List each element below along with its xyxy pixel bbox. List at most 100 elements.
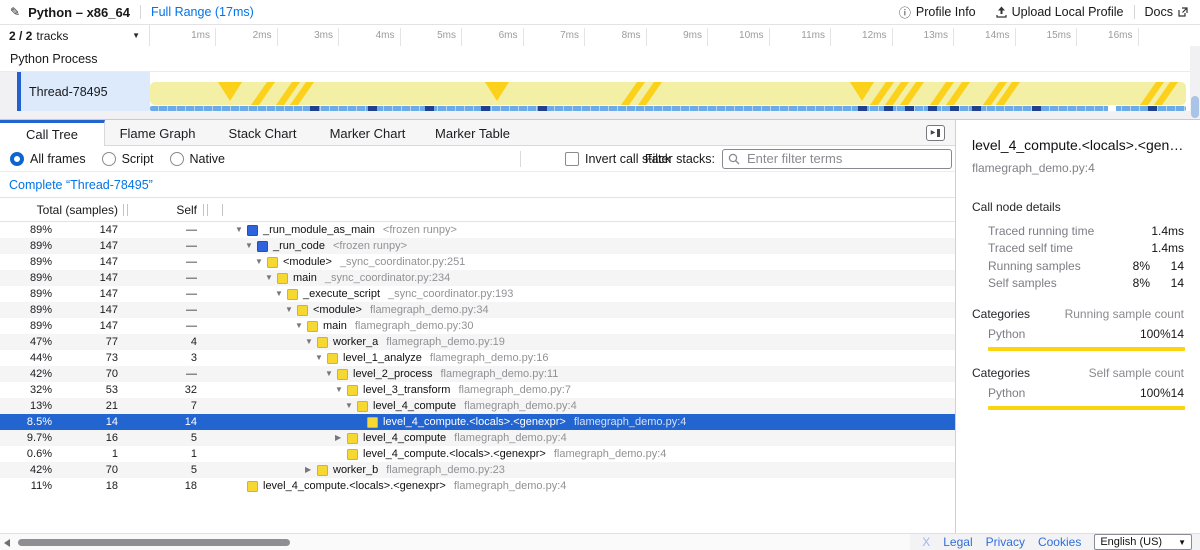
column-resize-handle[interactable] (207, 204, 208, 216)
call-tree-row[interactable]: 47%774▼worker_aflamegraph_demo.py:19 (0, 334, 955, 350)
expand-arrow-icon[interactable]: ▼ (295, 318, 307, 334)
call-tree-row[interactable]: 89%147—▼mainflamegraph_demo.py:30 (0, 318, 955, 334)
native-label[interactable]: Native (190, 152, 225, 166)
profile-info-button[interactable]: ⓘ Profile Info (899, 4, 976, 21)
row-self: 14 (118, 414, 197, 430)
tab-stack-chart[interactable]: Stack Chart (210, 120, 315, 146)
docs-link[interactable]: Docs (1145, 5, 1188, 19)
samples-dark-segment (1148, 106, 1157, 111)
invert-call-stack-checkbox[interactable] (565, 152, 579, 166)
upload-profile-button[interactable]: Upload Local Profile (996, 5, 1124, 19)
expand-arrow-icon[interactable]: ▼ (255, 254, 267, 270)
scroll-left-arrow-icon[interactable] (4, 539, 10, 547)
function-file: <frozen runpy> (383, 222, 457, 238)
row-total-percent: 89% (0, 270, 52, 286)
call-tree-row[interactable]: 89%147—▼_run_module_as_main<frozen runpy… (0, 222, 955, 238)
expand-arrow-icon[interactable]: ▶ (305, 462, 317, 478)
categories-label: Categories (972, 366, 1030, 380)
category-color-bar (988, 406, 1185, 410)
expand-arrow-icon[interactable]: ▼ (325, 366, 337, 382)
column-self[interactable]: Self (118, 203, 197, 217)
row-total-samples: 16 (52, 430, 118, 446)
language-select[interactable]: English (US) ▼ (1094, 534, 1192, 550)
thread-track-header[interactable]: Thread-78495 (21, 72, 150, 111)
category-swatch (307, 321, 318, 332)
radio-script[interactable] (102, 152, 116, 166)
column-resize-handle[interactable] (123, 204, 124, 216)
row-total-percent: 11% (0, 478, 52, 494)
samples-dark-segment (858, 106, 867, 111)
call-tree-row[interactable]: 89%147—▼<module>flamegraph_demo.py:34 (0, 302, 955, 318)
ruler-tick-line (830, 28, 831, 46)
expand-arrow-icon[interactable]: ▼ (335, 382, 347, 398)
call-tree-row[interactable]: 42%705▶worker_bflamegraph_demo.py:23 (0, 462, 955, 478)
function-name: level_4_compute (363, 430, 446, 446)
thread-track[interactable]: Thread-78495 (0, 72, 1200, 111)
column-resize-handle[interactable] (127, 204, 128, 216)
upload-icon (996, 6, 1007, 18)
footer: X Legal Privacy Cookies English (US) ▼ (0, 533, 1200, 550)
metric-row: Running samples 8% 14 (988, 257, 1184, 275)
expand-arrow-icon[interactable]: ▼ (315, 350, 327, 366)
tab-marker-table[interactable]: Marker Table (420, 120, 525, 146)
call-tree-row[interactable]: 9.7%165▶level_4_computeflamegraph_demo.p… (0, 430, 955, 446)
row-total-percent: 89% (0, 222, 52, 238)
ruler-tick-label: 10ms (739, 30, 763, 41)
ruler-tick-line (400, 28, 401, 46)
full-range-link[interactable]: Full Range (17ms) (151, 5, 254, 19)
call-tree-row[interactable]: 89%147—▼main_sync_coordinator.py:234 (0, 270, 955, 286)
process-track[interactable]: Python Process (0, 46, 1200, 72)
filter-stacks-input[interactable] (745, 150, 946, 167)
metric-label: Self samples (988, 276, 1112, 290)
tracks-dropdown[interactable]: 2 / 2 tracks ▼ (0, 25, 150, 46)
process-track-label: Python Process (10, 52, 98, 66)
horizontal-scrollbar-thumb[interactable] (18, 539, 290, 546)
sidebar-toggle-button[interactable]: ▶ (926, 125, 945, 141)
filter-input-box[interactable] (722, 149, 952, 169)
call-tree-row[interactable]: 11%1818level_4_compute.<locals>.<genexpr… (0, 478, 955, 494)
call-tree-row[interactable]: 89%147—▼_execute_script_sync_coordinator… (0, 286, 955, 302)
tab-flame-graph[interactable]: Flame Graph (105, 120, 210, 146)
edit-profile-name-icon[interactable]: ✎ (10, 5, 20, 19)
expand-arrow-icon[interactable]: ▼ (285, 302, 297, 318)
metric-row: Traced running time 1.4ms (988, 222, 1184, 240)
tracks-scrollbar-thumb[interactable] (1191, 96, 1199, 118)
expand-arrow-icon[interactable]: ▶ (335, 430, 347, 446)
call-tree-row[interactable]: 89%147—▼_run_code<frozen runpy> (0, 238, 955, 254)
radio-native[interactable] (170, 152, 184, 166)
expand-arrow-icon[interactable]: ▼ (245, 238, 257, 254)
row-total-percent: 89% (0, 254, 52, 270)
call-tree-row[interactable]: 89%147—▼<module>_sync_coordinator.py:251 (0, 254, 955, 270)
radio-all-frames[interactable] (10, 152, 24, 166)
all-frames-label[interactable]: All frames (30, 152, 86, 166)
samples-strip[interactable] (150, 106, 1186, 111)
expand-arrow-icon[interactable]: ▼ (305, 334, 317, 350)
script-label[interactable]: Script (122, 152, 154, 166)
legal-link[interactable]: Legal (943, 535, 972, 549)
call-tree-row[interactable]: 42%70—▼level_2_processflamegraph_demo.py… (0, 366, 955, 382)
column-resize-handle[interactable] (222, 204, 223, 216)
expand-arrow-icon[interactable]: ▼ (345, 398, 357, 414)
call-tree-row[interactable]: 13%217▼level_4_computeflamegraph_demo.py… (0, 398, 955, 414)
complete-thread-link[interactable]: Complete “Thread-78495” (9, 178, 153, 192)
privacy-link[interactable]: Privacy (986, 535, 1025, 549)
category-swatch (357, 401, 368, 412)
expand-arrow-icon[interactable]: ▼ (235, 222, 247, 238)
call-tree-row[interactable]: 44%733▼level_1_analyzeflamegraph_demo.py… (0, 350, 955, 366)
tab-marker-chart[interactable]: Marker Chart (315, 120, 420, 146)
column-total-samples[interactable]: Total (samples) (0, 203, 118, 217)
time-ruler[interactable]: 1ms2ms3ms4ms5ms6ms7ms8ms9ms10ms11ms12ms1… (150, 25, 1190, 46)
call-tree-row[interactable]: 0.6%11level_4_compute.<locals>.<genexpr>… (0, 446, 955, 462)
call-tree-row[interactable]: 32%5332▼level_3_transformflamegraph_demo… (0, 382, 955, 398)
column-resize-handle[interactable] (203, 204, 204, 216)
tab-call-tree[interactable]: Call Tree (0, 120, 105, 146)
cookies-link[interactable]: Cookies (1038, 535, 1081, 549)
expand-arrow-icon[interactable]: ▼ (275, 286, 287, 302)
row-function: ▼<module>_sync_coordinator.py:251 (225, 254, 955, 270)
expand-arrow-icon[interactable]: ▼ (265, 270, 277, 286)
category-swatch (267, 257, 278, 268)
function-name: main (293, 270, 317, 286)
x-social-link[interactable]: X (922, 535, 930, 549)
call-tree-row[interactable]: 8.5%1414level_4_compute.<locals>.<genexp… (0, 414, 955, 430)
tracks-vertical-scrollbar[interactable] (1190, 46, 1200, 119)
